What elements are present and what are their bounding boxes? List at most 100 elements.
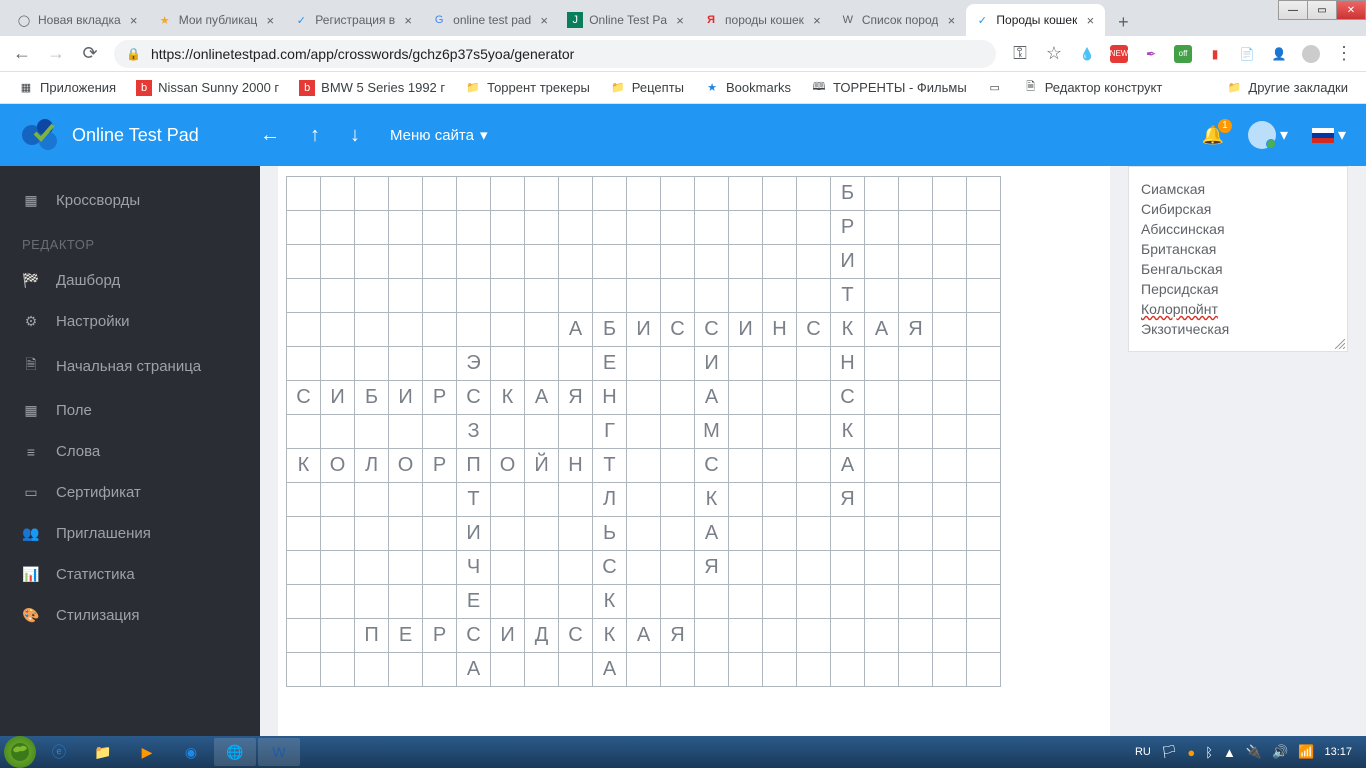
crossword-cell[interactable]: Б: [593, 313, 627, 347]
key-icon[interactable]: ⚿: [1010, 43, 1030, 64]
crossword-cell[interactable]: [933, 347, 967, 381]
crossword-cell[interactable]: [491, 483, 525, 517]
crossword-cell[interactable]: [627, 347, 661, 381]
user-menu[interactable]: ▾: [1248, 121, 1288, 149]
crossword-cell[interactable]: С: [797, 313, 831, 347]
crossword-cell[interactable]: [967, 449, 1001, 483]
ext-icon[interactable]: off: [1174, 45, 1192, 63]
crossword-cell[interactable]: [423, 279, 457, 313]
tray-flag-icon[interactable]: 🏳: [1161, 744, 1178, 760]
crossword-cell[interactable]: [389, 347, 423, 381]
crossword-cell[interactable]: [287, 279, 321, 313]
taskbar-explorer[interactable]: 📁: [82, 738, 124, 766]
crossword-cell[interactable]: [627, 245, 661, 279]
crossword-cell[interactable]: [559, 551, 593, 585]
crossword-cell[interactable]: К: [593, 619, 627, 653]
crossword-cell[interactable]: [423, 347, 457, 381]
crossword-cell[interactable]: [899, 245, 933, 279]
crossword-cell[interactable]: И: [627, 313, 661, 347]
crossword-cell[interactable]: [389, 551, 423, 585]
taskbar-app[interactable]: ◉: [170, 738, 212, 766]
crossword-cell[interactable]: [661, 551, 695, 585]
crossword-cell[interactable]: [933, 211, 967, 245]
crossword-cell[interactable]: [763, 619, 797, 653]
crossword-cell[interactable]: [287, 245, 321, 279]
crossword-cell[interactable]: [423, 245, 457, 279]
crossword-cell[interactable]: [491, 313, 525, 347]
tab-close-icon[interactable]: ×: [673, 13, 687, 27]
crossword-cell[interactable]: [899, 211, 933, 245]
crossword-cell[interactable]: Ч: [457, 551, 491, 585]
crossword-cell[interactable]: П: [457, 449, 491, 483]
crossword-cell[interactable]: [695, 585, 729, 619]
crossword-cell[interactable]: [457, 177, 491, 211]
crossword-cell[interactable]: [321, 415, 355, 449]
crossword-cell[interactable]: А: [525, 381, 559, 415]
crossword-cell[interactable]: [321, 313, 355, 347]
crossword-cell[interactable]: Е: [457, 585, 491, 619]
crossword-cell[interactable]: А: [559, 313, 593, 347]
crossword-cell[interactable]: [729, 211, 763, 245]
crossword-cell[interactable]: [695, 211, 729, 245]
crossword-cell[interactable]: [627, 551, 661, 585]
crossword-cell[interactable]: [865, 347, 899, 381]
crossword-cell[interactable]: [967, 517, 1001, 551]
crossword-cell[interactable]: [797, 347, 831, 381]
crossword-cell[interactable]: [627, 177, 661, 211]
crossword-cell[interactable]: Д: [525, 619, 559, 653]
crossword-cell[interactable]: [729, 517, 763, 551]
avatar-icon[interactable]: [1302, 45, 1320, 63]
crossword-cell[interactable]: Я: [661, 619, 695, 653]
crossword-cell[interactable]: [457, 313, 491, 347]
browser-menu-icon[interactable]: ⋮: [1334, 43, 1354, 64]
browser-tab[interactable]: ★Мои публикац×: [149, 4, 286, 36]
nav-back-icon[interactable]: ←: [12, 43, 32, 64]
crossword-cell[interactable]: [491, 279, 525, 313]
crossword-cell[interactable]: [967, 279, 1001, 313]
crossword-cell[interactable]: [525, 517, 559, 551]
crossword-cell[interactable]: [967, 347, 1001, 381]
ext-icon[interactable]: ▮: [1206, 45, 1224, 63]
crossword-cell[interactable]: Я: [695, 551, 729, 585]
nav-down-arrow-icon[interactable]: ↓: [350, 124, 360, 147]
crossword-cell[interactable]: [797, 381, 831, 415]
word-item[interactable]: Колорпойнт: [1141, 299, 1335, 319]
crossword-cell[interactable]: [933, 619, 967, 653]
crossword-cell[interactable]: [729, 585, 763, 619]
crossword-cell[interactable]: [287, 585, 321, 619]
nav-reload-icon[interactable]: ⟳: [80, 43, 100, 64]
crossword-cell[interactable]: [729, 551, 763, 585]
ext-icon[interactable]: 👤: [1270, 45, 1288, 63]
crossword-cell[interactable]: [355, 279, 389, 313]
crossword-cell[interactable]: [355, 551, 389, 585]
nav-back-arrow-icon[interactable]: ←: [260, 124, 280, 147]
crossword-cell[interactable]: [627, 279, 661, 313]
crossword-cell[interactable]: [661, 211, 695, 245]
crossword-cell[interactable]: [899, 449, 933, 483]
crossword-cell[interactable]: [559, 483, 593, 517]
crossword-cell[interactable]: [933, 483, 967, 517]
crossword-cell[interactable]: [865, 449, 899, 483]
start-button[interactable]: [4, 736, 36, 768]
crossword-cell[interactable]: [457, 279, 491, 313]
crossword-cell[interactable]: [389, 585, 423, 619]
crossword-cell[interactable]: А: [457, 653, 491, 687]
bookmark-item[interactable]: bBMW 5 Series 1992 г: [293, 76, 451, 100]
crossword-cell[interactable]: М: [695, 415, 729, 449]
tray-clock[interactable]: 13:17: [1324, 746, 1352, 758]
crossword-cell[interactable]: [661, 347, 695, 381]
site-menu-dropdown[interactable]: Меню сайта▾: [390, 126, 488, 144]
crossword-cell[interactable]: [491, 585, 525, 619]
url-input[interactable]: 🔒 https://onlinetestpad.com/app/crosswor…: [114, 40, 996, 68]
crossword-cell[interactable]: [695, 279, 729, 313]
crossword-cell[interactable]: [355, 483, 389, 517]
crossword-cell[interactable]: [423, 653, 457, 687]
crossword-cell[interactable]: [593, 211, 627, 245]
crossword-cell[interactable]: Я: [831, 483, 865, 517]
crossword-cell[interactable]: [933, 449, 967, 483]
crossword-cell[interactable]: [831, 619, 865, 653]
crossword-cell[interactable]: [661, 483, 695, 517]
crossword-cell[interactable]: [457, 211, 491, 245]
crossword-cell[interactable]: [593, 245, 627, 279]
ext-icon[interactable]: 📄: [1238, 45, 1256, 63]
